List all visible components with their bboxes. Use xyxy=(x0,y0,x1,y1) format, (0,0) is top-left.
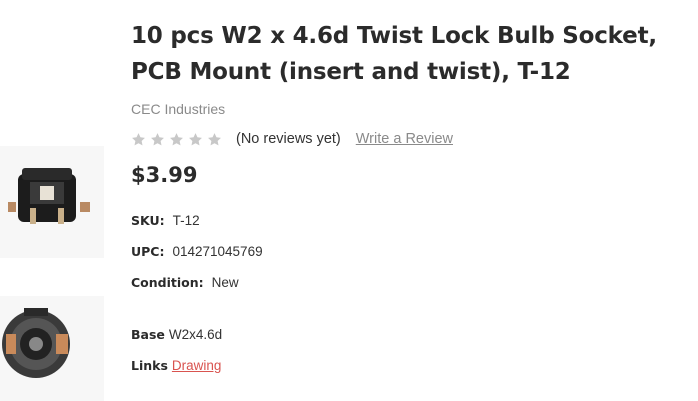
links-label: Links xyxy=(131,358,168,373)
sku-label: SKU: xyxy=(131,213,165,228)
product-title: 10 pcs W2 x 4.6d Twist Lock Bulb Socket,… xyxy=(131,23,657,85)
brand-name[interactable]: CEC Industries xyxy=(131,101,225,117)
thumbnail-socket-top[interactable] xyxy=(0,296,104,401)
star-icon xyxy=(170,132,183,145)
condition-value: New xyxy=(211,275,239,290)
links-row: Links Drawing xyxy=(131,358,221,373)
base-row: Base W2x4.6d xyxy=(131,327,222,342)
condition-row: Condition: New xyxy=(131,275,239,290)
drawing-link[interactable]: Drawing xyxy=(172,358,222,373)
base-label: Base xyxy=(131,327,165,342)
upc-label: UPC: xyxy=(131,244,165,259)
upc-value: 014271045769 xyxy=(172,244,263,259)
condition-label: Condition: xyxy=(131,275,204,290)
thumbnail-socket-side[interactable] xyxy=(0,146,104,258)
star-icon xyxy=(132,132,145,145)
sku-value: T-12 xyxy=(172,213,200,228)
star-icon xyxy=(208,132,221,145)
reviews-count-text: (No reviews yet) xyxy=(236,131,341,147)
star-icon xyxy=(189,132,202,145)
rating-row: (No reviews yet) Write a Review xyxy=(131,129,453,149)
bulb-socket-top-image xyxy=(0,296,104,401)
bulb-socket-side-image xyxy=(0,146,104,258)
upc-row: UPC: 014271045769 xyxy=(131,244,263,259)
base-value: W2x4.6d xyxy=(168,327,223,342)
sku-row: SKU: T-12 xyxy=(131,213,200,228)
write-review-link[interactable]: Write a Review xyxy=(356,131,453,147)
star-rating xyxy=(131,132,222,147)
product-price: $3.99 xyxy=(131,163,198,187)
star-icon xyxy=(151,132,164,145)
